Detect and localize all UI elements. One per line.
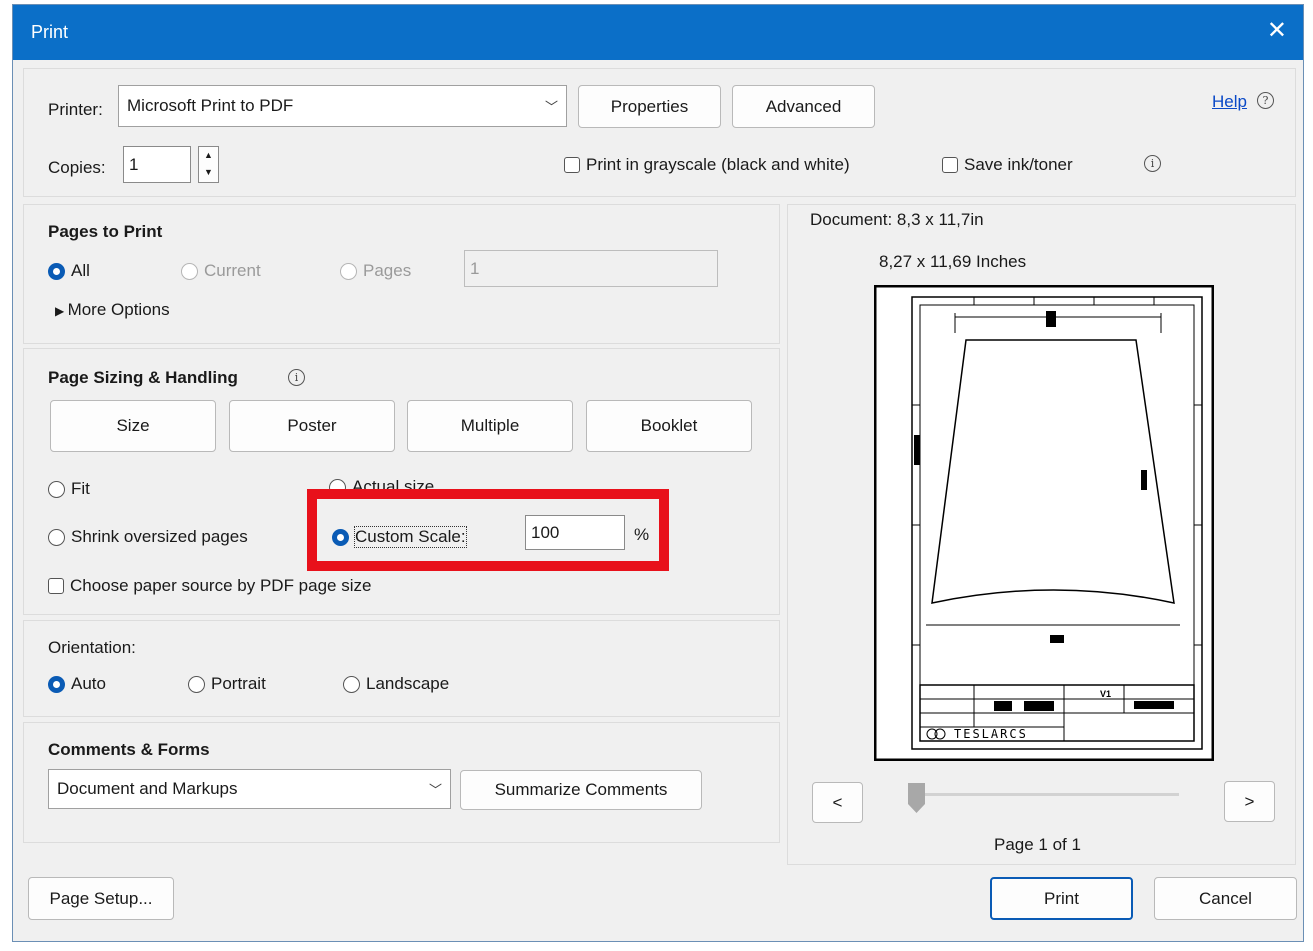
- checkbox-box: [564, 157, 580, 173]
- orientation-heading: Orientation:: [48, 638, 136, 657]
- chevron-down-icon: ﹀: [428, 782, 442, 798]
- page-setup-button[interactable]: Page Setup...: [28, 877, 174, 920]
- paper-source-checkbox[interactable]: Choose paper source by PDF page size: [48, 576, 371, 596]
- radio-shrink[interactable]: Shrink oversized pages: [48, 527, 248, 547]
- radio-circle: [343, 675, 360, 693]
- poster-tab[interactable]: Poster: [229, 400, 395, 452]
- radio-circle: [332, 528, 349, 546]
- more-options-label: More Options: [67, 300, 170, 319]
- radio-circle: [48, 480, 65, 498]
- booklet-tab[interactable]: Booklet: [586, 400, 752, 452]
- copies-stepper[interactable]: ▲ ▼: [198, 146, 219, 183]
- copies-label: Copies:: [48, 158, 106, 177]
- paper-source-label: Choose paper source by PDF page size: [70, 576, 372, 595]
- next-page-button[interactable]: >: [1224, 781, 1275, 822]
- version-text: V1: [1100, 689, 1111, 699]
- document-size-label: Document: 8,3 x 11,7in: [810, 210, 984, 229]
- page-slider-track[interactable]: [912, 793, 1179, 796]
- multiple-tab[interactable]: Multiple: [407, 400, 573, 452]
- printer-select[interactable]: Microsoft Print to PDF ﹀: [118, 85, 567, 127]
- summarize-comments-button[interactable]: Summarize Comments: [460, 770, 702, 810]
- info-icon[interactable]: i: [288, 369, 305, 386]
- radio-all[interactable]: All: [48, 261, 90, 281]
- title-bar: Print ✕: [13, 5, 1303, 60]
- copies-input[interactable]: 1: [123, 146, 191, 183]
- scale-input[interactable]: 100: [525, 515, 625, 550]
- radio-portrait[interactable]: Portrait: [188, 674, 266, 694]
- sizing-heading: Page Sizing & Handling: [48, 368, 238, 387]
- comments-heading: Comments & Forms: [48, 740, 210, 759]
- save-ink-checkbox[interactable]: Save ink/toner: [942, 155, 1073, 175]
- checkbox-box: [942, 157, 958, 173]
- pages-heading: Pages to Print: [48, 222, 163, 241]
- page-indicator: Page 1 of 1: [994, 835, 1081, 854]
- radio-pages[interactable]: Pages: [340, 261, 411, 281]
- radio-custom-scale[interactable]: Custom Scale:: [332, 526, 467, 548]
- percent-label: %: [634, 525, 650, 544]
- cancel-button[interactable]: Cancel: [1154, 877, 1297, 920]
- size-tab[interactable]: Size: [50, 400, 216, 452]
- radio-landscape[interactable]: Landscape: [343, 674, 449, 694]
- radio-circle: [181, 262, 198, 280]
- checkbox-box: [48, 578, 64, 594]
- radio-current-label: Current: [204, 261, 261, 280]
- save-ink-label: Save ink/toner: [964, 155, 1073, 174]
- comments-select[interactable]: Document and Markups ﹀: [48, 769, 451, 809]
- radio-circle: [48, 675, 65, 693]
- radio-circle: [48, 262, 65, 280]
- print-dialog: Print ✕ Printer: Microsoft Print to PDF …: [12, 4, 1304, 942]
- comments-value: Document and Markups: [57, 779, 238, 798]
- orientation-group: [23, 620, 780, 717]
- page-preview: V1 TESLARCS: [874, 285, 1214, 761]
- help-link[interactable]: Help: [1212, 92, 1247, 112]
- dialog-title: Print: [31, 22, 69, 42]
- chevron-down-icon: ﹀: [544, 99, 558, 115]
- logo-text: TESLARCS: [954, 727, 1028, 741]
- more-options-toggle[interactable]: ▶ More Options: [55, 300, 170, 320]
- info-icon[interactable]: i: [1144, 155, 1161, 172]
- print-button[interactable]: Print: [990, 877, 1133, 920]
- radio-portrait-label: Portrait: [211, 674, 266, 693]
- radio-current[interactable]: Current: [181, 261, 261, 281]
- printer-label: Printer:: [48, 100, 103, 119]
- radio-pages-label: Pages: [363, 261, 412, 280]
- radio-circle: [340, 262, 357, 280]
- paper-size-label: 8,27 x 11,69 Inches: [879, 252, 1027, 271]
- help-icon[interactable]: ?: [1257, 92, 1274, 109]
- radio-fit[interactable]: Fit: [48, 479, 90, 499]
- radio-shrink-label: Shrink oversized pages: [71, 527, 248, 546]
- grayscale-label: Print in grayscale (black and white): [586, 155, 850, 174]
- radio-auto[interactable]: Auto: [48, 674, 106, 694]
- radio-circle: [188, 675, 205, 693]
- radio-fit-label: Fit: [71, 479, 90, 498]
- properties-button[interactable]: Properties: [578, 85, 721, 128]
- prev-page-button[interactable]: <: [812, 782, 863, 823]
- radio-circle: [48, 528, 65, 546]
- printer-value: Microsoft Print to PDF: [127, 96, 294, 115]
- radio-custom-label: Custom Scale:: [354, 526, 467, 548]
- radio-auto-label: Auto: [71, 674, 106, 693]
- close-icon[interactable]: ✕: [1267, 16, 1287, 45]
- advanced-button[interactable]: Advanced: [732, 85, 875, 128]
- pages-range-input[interactable]: 1: [464, 250, 718, 287]
- triangle-right-icon: ▶: [55, 304, 68, 318]
- grayscale-checkbox[interactable]: Print in grayscale (black and white): [564, 155, 850, 175]
- radio-landscape-label: Landscape: [366, 674, 450, 693]
- radio-all-label: All: [71, 261, 90, 280]
